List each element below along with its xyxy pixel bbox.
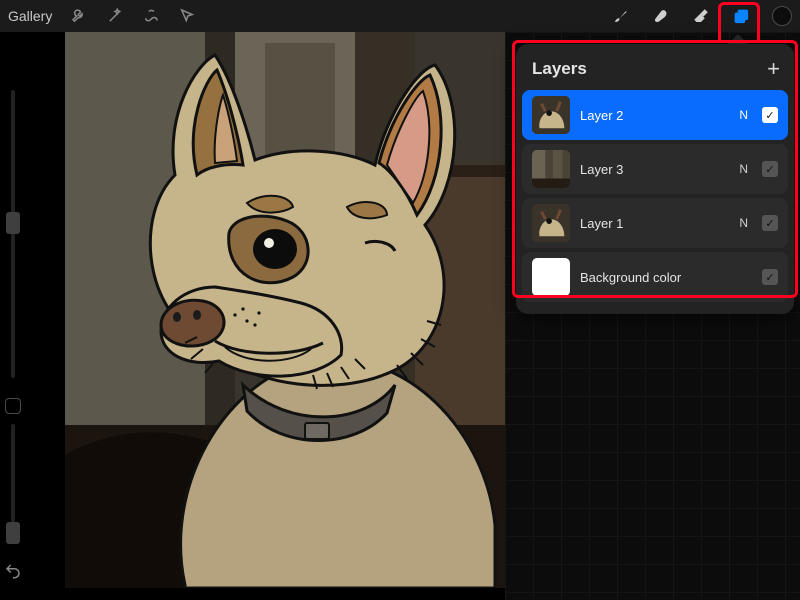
layers-panel-title: Layers: [532, 59, 587, 79]
right-tool-group: [612, 6, 792, 26]
opacity-slider[interactable]: [11, 424, 15, 544]
layers-panel-header: Layers +: [516, 44, 794, 90]
layer-name: Layer 3: [580, 162, 729, 177]
layer-row[interactable]: Layer 3 N: [522, 144, 788, 194]
layer-row[interactable]: Background color: [522, 252, 788, 302]
undo-icon[interactable]: [4, 562, 22, 580]
left-tool-group: [70, 7, 196, 25]
wrench-icon[interactable]: [70, 7, 88, 25]
blend-mode-letter[interactable]: N: [739, 216, 748, 230]
layer-visibility-checkbox[interactable]: [762, 161, 778, 177]
layer-thumbnail: [532, 96, 570, 134]
layer-thumbnail: [532, 258, 570, 296]
layer-name: Layer 2: [580, 108, 729, 123]
brush-icon[interactable]: [612, 7, 630, 25]
blend-mode-letter[interactable]: N: [739, 162, 748, 176]
gallery-button[interactable]: Gallery: [8, 8, 52, 24]
brush-size-handle[interactable]: [6, 212, 20, 234]
layers-icon[interactable]: [732, 7, 750, 25]
modifier-button[interactable]: [5, 398, 21, 414]
smudge-icon[interactable]: [652, 7, 670, 25]
color-swatch[interactable]: [772, 6, 792, 26]
layer-visibility-checkbox[interactable]: [762, 269, 778, 285]
top-toolbar: Gallery: [0, 0, 800, 32]
layer-name: Layer 1: [580, 216, 729, 231]
artwork-dog-illustration: [65, 25, 505, 588]
add-layer-button[interactable]: +: [767, 58, 780, 80]
select-icon[interactable]: [142, 7, 160, 25]
left-sidebar: [2, 40, 24, 580]
brush-size-slider[interactable]: [11, 90, 15, 378]
eraser-icon[interactable]: [692, 7, 710, 25]
cursor-icon[interactable]: [178, 7, 196, 25]
layer-thumbnail: [532, 204, 570, 242]
layer-visibility-checkbox[interactable]: [762, 215, 778, 231]
layer-thumbnail: [532, 150, 570, 188]
opacity-handle[interactable]: [6, 522, 20, 544]
layer-row[interactable]: Layer 2 N: [522, 90, 788, 140]
layer-row[interactable]: Layer 1 N: [522, 198, 788, 248]
layer-visibility-checkbox[interactable]: [762, 107, 778, 123]
wand-icon[interactable]: [106, 7, 124, 25]
layer-name: Background color: [580, 270, 738, 285]
layers-panel: Layers + Layer 2 N Layer 3 N Layer 1 N B…: [516, 44, 794, 314]
blend-mode-letter[interactable]: N: [739, 108, 748, 122]
canvas[interactable]: [65, 25, 505, 588]
